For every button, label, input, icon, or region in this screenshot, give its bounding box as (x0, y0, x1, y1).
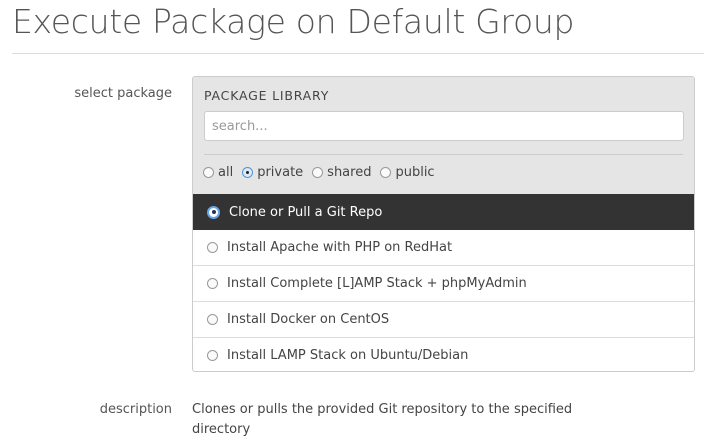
radio-icon[interactable] (203, 167, 214, 178)
radio-icon[interactable] (207, 350, 218, 361)
filter-label: public (395, 165, 435, 180)
package-item[interactable]: Install Apache with PHP on RedHat (193, 230, 694, 266)
package-library-heading: PACKAGE LIBRARY (204, 88, 330, 103)
package-item[interactable]: Clone or Pull a Git Repo (193, 194, 694, 230)
package-label: Install Docker on CentOS (227, 312, 390, 327)
radio-icon[interactable] (380, 167, 392, 178)
radio-icon[interactable] (312, 167, 324, 178)
package-library-panel: PACKAGE LIBRARY all private shared publi… (192, 76, 695, 372)
package-item[interactable]: Install Complete [L]AMP Stack + phpMyAdm… (193, 266, 694, 302)
package-description: Clones or pulls the provided Git reposit… (192, 402, 573, 437)
filter-shared[interactable]: shared (312, 165, 371, 180)
package-list: Clone or Pull a Git Repo Install Apache … (193, 194, 694, 371)
filter-label: private (257, 165, 304, 180)
select-package-label: select package (74, 86, 172, 101)
radio-checked-icon[interactable] (242, 167, 254, 178)
package-label: Install Apache with PHP on RedHat (227, 240, 453, 255)
filter-label: all (218, 165, 234, 180)
radio-icon[interactable] (207, 314, 218, 325)
divider (204, 154, 683, 155)
radio-icon[interactable] (207, 278, 218, 289)
filter-label: shared (327, 165, 372, 180)
radio-checked-icon[interactable] (207, 205, 220, 219)
filter-public[interactable]: public (380, 165, 435, 180)
radio-icon[interactable] (207, 242, 218, 253)
filter-all[interactable]: all (203, 165, 233, 180)
description-label: description (99, 402, 172, 417)
page-title: Execute Package on Default Group (12, 2, 575, 41)
package-item[interactable]: Install LAMP Stack on Ubuntu/Debian (193, 338, 694, 371)
package-item[interactable]: Install Docker on CentOS (193, 302, 694, 338)
visibility-filter: all private shared public (203, 165, 435, 180)
search-input[interactable] (204, 111, 684, 141)
package-label: Clone or Pull a Git Repo (229, 204, 383, 220)
filter-private[interactable]: private (242, 165, 303, 180)
divider (12, 53, 704, 54)
package-library-header: PACKAGE LIBRARY all private shared publi… (193, 77, 694, 194)
package-label: Install LAMP Stack on Ubuntu/Debian (227, 348, 469, 363)
package-label: Install Complete [L]AMP Stack + phpMyAdm… (227, 276, 527, 291)
